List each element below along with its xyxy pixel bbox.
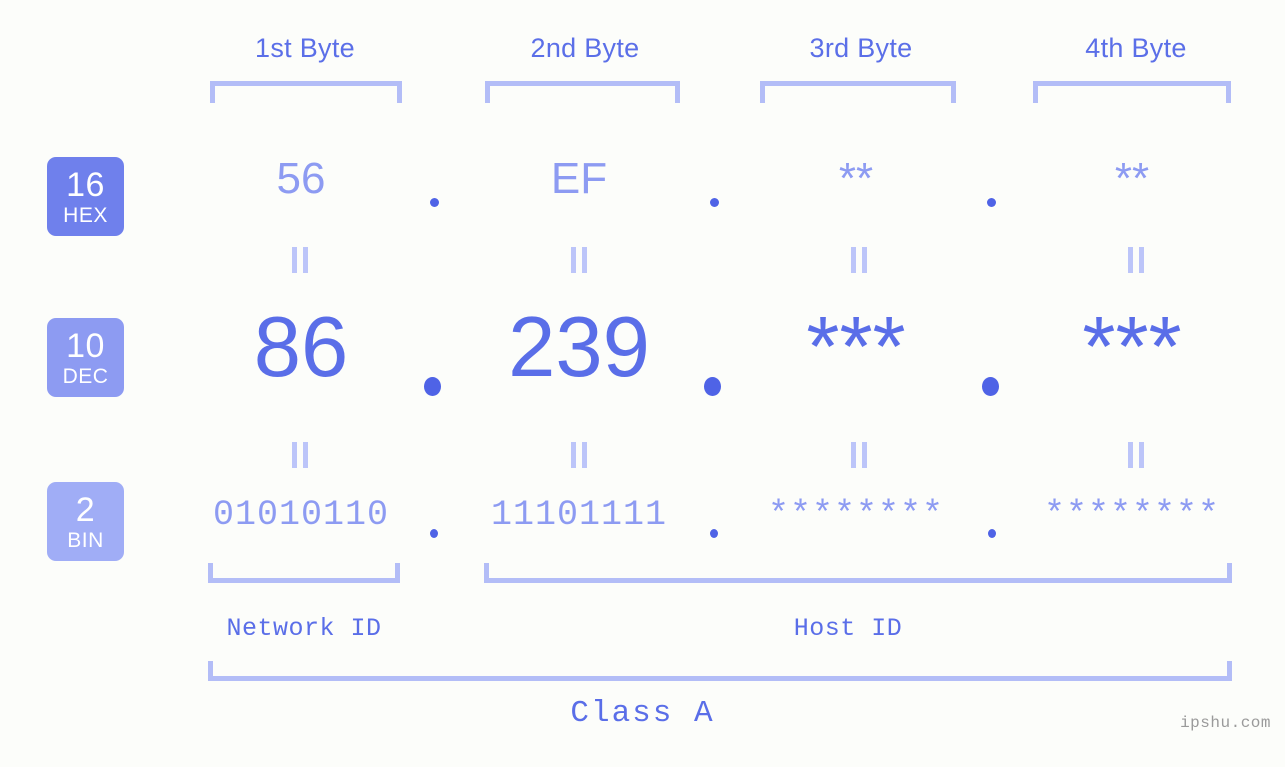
- bin-byte-2: 11101111: [490, 495, 668, 535]
- byte-bracket-top-4: [1033, 81, 1231, 103]
- dec-byte-1: 86: [253, 300, 349, 395]
- equals-connector-dec-bin-2: [571, 442, 588, 468]
- equals-connector-dec-bin-4: [1128, 442, 1145, 468]
- network-id-label: Network ID: [226, 614, 382, 643]
- base-badge-bin: 2 BIN: [47, 482, 124, 561]
- hex-byte-4: **: [1114, 154, 1150, 203]
- dec-separator-dot-2: [704, 377, 721, 396]
- hex-byte-1: 56: [276, 154, 326, 203]
- hex-byte-3: **: [838, 154, 874, 203]
- base-badge-hex-number: 16: [66, 165, 105, 204]
- host-id-bracket: [484, 563, 1232, 583]
- site-watermark: ipshu.com: [1180, 714, 1271, 732]
- hex-separator-dot-3: [987, 198, 996, 207]
- hex-byte-2: EF: [550, 154, 608, 203]
- byte-bracket-top-2: [485, 81, 680, 103]
- class-label: Class A: [570, 696, 715, 731]
- base-badge-bin-name: BIN: [67, 528, 104, 552]
- equals-connector-hex-dec-3: [851, 247, 868, 273]
- equals-connector-hex-dec-4: [1128, 247, 1145, 273]
- hex-separator-dot-2: [710, 198, 719, 207]
- equals-connector-dec-bin-1: [292, 442, 309, 468]
- bin-separator-dot-2: [710, 529, 718, 538]
- dec-byte-4: ***: [1082, 300, 1182, 395]
- byte-header-label-1: 1st Byte: [255, 33, 355, 63]
- dec-separator-dot-3: [982, 377, 999, 396]
- dec-byte-2: 239: [508, 300, 650, 395]
- equals-connector-dec-bin-3: [851, 442, 868, 468]
- base-badge-dec-number: 10: [66, 326, 105, 365]
- dec-byte-3: ***: [806, 300, 906, 395]
- byte-header-label-3: 3rd Byte: [809, 33, 913, 63]
- base-badge-bin-number: 2: [75, 490, 96, 529]
- network-id-bracket: [208, 563, 400, 583]
- bin-byte-4: ********: [1043, 495, 1221, 535]
- bin-separator-dot-3: [988, 529, 996, 538]
- ip-address-breakdown-diagram: 1st Byte 2nd Byte 3rd Byte 4th Byte 16 H…: [0, 0, 1285, 767]
- base-badge-hex: 16 HEX: [47, 157, 124, 236]
- byte-header-label-2: 2nd Byte: [530, 33, 640, 63]
- equals-connector-hex-dec-1: [292, 247, 309, 273]
- bin-byte-1: 01010110: [212, 495, 390, 535]
- byte-header-label-4: 4th Byte: [1085, 33, 1187, 63]
- byte-bracket-top-1: [210, 81, 402, 103]
- equals-connector-hex-dec-2: [571, 247, 588, 273]
- bin-byte-3: ********: [767, 495, 945, 535]
- bin-separator-dot-1: [430, 529, 438, 538]
- dec-separator-dot-1: [424, 377, 441, 396]
- class-bracket: [208, 661, 1232, 681]
- base-badge-dec-name: DEC: [62, 364, 109, 388]
- byte-bracket-top-3: [760, 81, 956, 103]
- base-badge-dec: 10 DEC: [47, 318, 124, 397]
- base-badge-hex-name: HEX: [63, 203, 108, 227]
- hex-separator-dot-1: [430, 198, 439, 207]
- host-id-label: Host ID: [793, 614, 903, 643]
